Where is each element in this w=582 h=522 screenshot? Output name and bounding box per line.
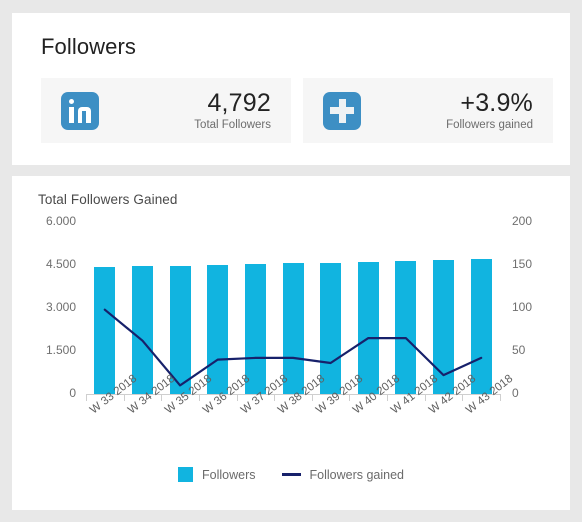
y-axis-right-tick-1: 50 (512, 343, 526, 357)
x-axis-tick-2 (161, 394, 163, 401)
stat-text-followers-gained: +3.9% Followers gained (361, 89, 553, 132)
legend-swatch-bar-icon (178, 467, 193, 482)
stat-label-total-followers: Total Followers (194, 119, 271, 131)
plus-icon (323, 91, 361, 130)
stat-value-followers-gained: +3.9% (460, 89, 533, 117)
y-axis-right-tick-4: 200 (512, 214, 533, 228)
x-axis-tick-10 (462, 394, 464, 401)
stat-label-followers-gained: Followers gained (446, 119, 533, 131)
stat-tile-total-followers[interactable]: 4,792 Total Followers (41, 78, 291, 143)
y-axis-right-tick-3: 150 (512, 257, 533, 271)
line-series-followers-gained (103, 308, 483, 387)
x-axis-tick-11 (500, 394, 501, 401)
chart-legend: Followers Followers gained (12, 467, 570, 482)
dashboard-page: Followers 4,792 Total Followers +3.9% Fo… (0, 0, 582, 522)
x-axis-tick-7 (349, 394, 351, 401)
y-axis-left-tick-0: 0 (69, 386, 76, 400)
y-axis-right-tick-2: 100 (512, 300, 533, 314)
linkedin-icon (61, 91, 99, 130)
page-title: Followers (41, 34, 137, 59)
legend-item-followers[interactable]: Followers (178, 467, 256, 482)
total-followers-gained-chart-card: Total Followers Gained 0 1.500 3.000 4.500 6… (12, 176, 570, 510)
bars-and-line-layer (86, 222, 500, 394)
legend-swatch-line-icon (281, 473, 301, 476)
x-axis-tick-4 (236, 394, 238, 401)
stat-text-total-followers: 4,792 Total Followers (99, 89, 291, 132)
legend-label-followers-gained: Followers gained (309, 467, 405, 482)
x-axis-tick-9 (424, 394, 426, 401)
y-axis-left-tick-4: 6.000 (45, 214, 76, 228)
y-axis-left-tick-2: 3.000 (45, 300, 76, 314)
stat-value-total-followers: 4,792 (207, 89, 271, 117)
y-axis-left-tick-3: 4.500 (45, 257, 76, 271)
x-axis-tick-6 (311, 394, 313, 401)
y-axis-left-tick-1: 1.500 (45, 343, 76, 357)
legend-item-followers-gained[interactable]: Followers gained (281, 467, 405, 482)
stat-tile-followers-gained[interactable]: +3.9% Followers gained (303, 78, 553, 143)
x-axis-tick-3 (198, 394, 200, 401)
x-axis-tick-0 (86, 394, 87, 401)
followers-summary-card: Followers 4,792 Total Followers +3.9% Fo… (12, 13, 570, 165)
x-axis-tick-5 (274, 394, 276, 401)
chart-plot-area: 0 1.500 3.000 4.500 6.000 0 50 100 150 200 W 33 … (12, 176, 570, 510)
x-axis-tick-8 (387, 394, 389, 401)
x-axis-tick-1 (123, 394, 125, 401)
legend-label-followers: Followers (202, 467, 256, 482)
y-axis-right-tick-0: 0 (512, 386, 519, 400)
